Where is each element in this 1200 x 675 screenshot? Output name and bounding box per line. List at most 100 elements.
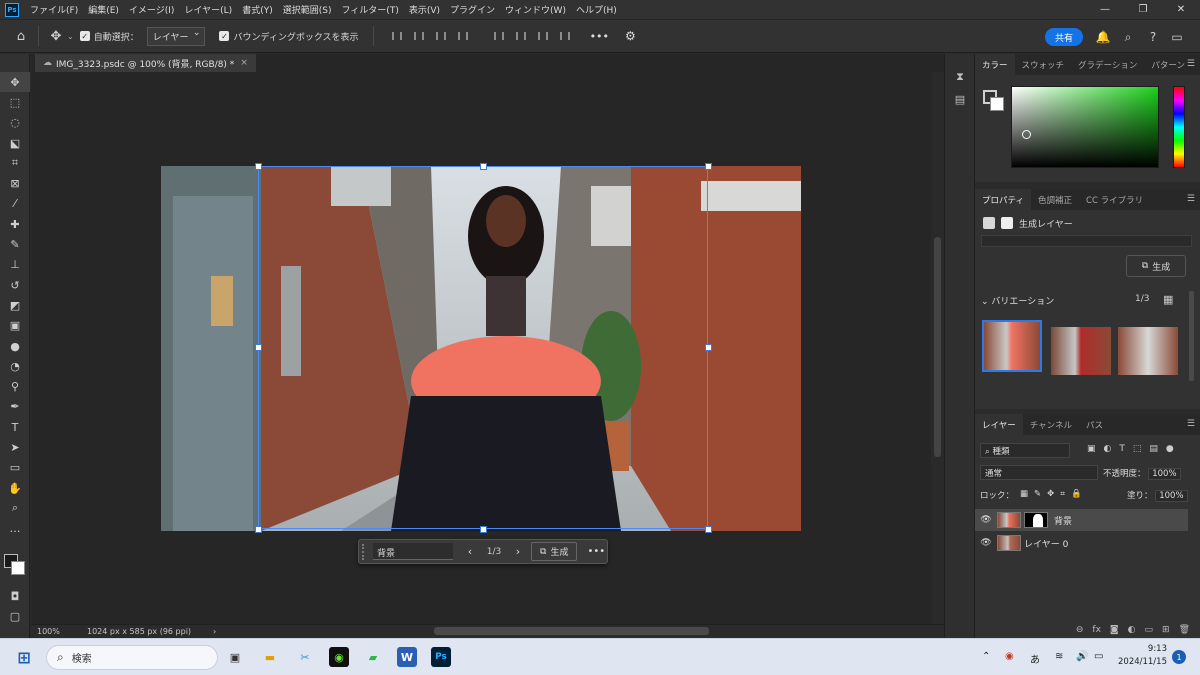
transform-handle[interactable] bbox=[705, 344, 712, 351]
align-bottom-icon[interactable] bbox=[532, 26, 554, 46]
pen-tool-icon[interactable]: ✒ bbox=[0, 397, 30, 417]
prompt-input[interactable]: 背景 bbox=[373, 543, 453, 560]
screen-mode-icon[interactable]: ▢ bbox=[0, 606, 30, 626]
move-tool-icon[interactable]: ✥ bbox=[0, 72, 30, 93]
layer-style-icon[interactable]: fx bbox=[1092, 625, 1101, 635]
color-cursor[interactable] bbox=[1022, 130, 1031, 139]
tray-app-icon[interactable]: ◉ bbox=[1005, 651, 1014, 662]
grid-view-icon[interactable]: ▦ bbox=[1163, 293, 1173, 306]
tool-preset-chevron-icon[interactable]: ⌄ bbox=[67, 32, 74, 41]
type-tool-icon[interactable]: T bbox=[0, 417, 30, 437]
panel-menu-icon[interactable]: ☰ bbox=[1187, 194, 1195, 204]
align-center-icon[interactable] bbox=[408, 26, 430, 46]
auto-select-checkbox[interactable]: ✓ 自動選択： bbox=[79, 30, 139, 43]
tab-patterns[interactable]: パターン bbox=[1144, 54, 1192, 75]
zoom-tool-icon[interactable]: ⌕ bbox=[0, 498, 30, 518]
comments-panel-icon[interactable]: ▤ bbox=[945, 88, 975, 110]
tray-overflow-icon[interactable]: ⌃ bbox=[982, 651, 990, 662]
close-tab-icon[interactable]: × bbox=[240, 58, 248, 68]
transform-handle[interactable] bbox=[255, 163, 262, 170]
previous-variant-icon[interactable]: ‹ bbox=[461, 545, 479, 558]
share-button[interactable]: 共有 bbox=[1045, 28, 1083, 46]
scroll-thumb[interactable] bbox=[934, 237, 941, 457]
panel-menu-icon[interactable]: ☰ bbox=[1187, 59, 1195, 69]
auto-select-dropdown[interactable]: レイヤー bbox=[146, 26, 206, 46]
variation-thumbnail-3[interactable] bbox=[1118, 327, 1178, 375]
distribute-icon[interactable] bbox=[452, 26, 474, 46]
hand-tool-icon[interactable]: ✋ bbox=[0, 478, 30, 498]
filter-adjustment-icon[interactable]: ◐ bbox=[1104, 444, 1112, 454]
background-swatch[interactable] bbox=[990, 97, 1004, 111]
next-variant-icon[interactable]: › bbox=[509, 545, 527, 558]
filter-pixel-icon[interactable]: ▣ bbox=[1087, 444, 1096, 454]
add-mask-icon[interactable]: ◙ bbox=[1110, 625, 1119, 635]
home-icon[interactable]: ⌂ bbox=[10, 25, 32, 47]
generate-button[interactable]: ⧉ 生成 bbox=[531, 542, 578, 561]
visibility-eye-icon[interactable]: 👁 bbox=[975, 515, 997, 525]
menu-filter[interactable]: フィルター(T) bbox=[336, 3, 403, 16]
volume-icon[interactable]: 🔊 bbox=[1076, 651, 1088, 662]
layer-filter-dropdown[interactable]: ⌕ 種類 bbox=[980, 443, 1070, 458]
vertical-scrollbar[interactable] bbox=[931, 72, 944, 624]
history-brush-tool-icon[interactable]: ↺ bbox=[0, 275, 30, 295]
blur-tool-icon[interactable]: ● bbox=[0, 336, 30, 356]
transform-handle[interactable] bbox=[255, 526, 262, 533]
tab-paths[interactable]: パス bbox=[1079, 414, 1110, 435]
close-window-button[interactable]: ✕ bbox=[1162, 0, 1200, 19]
menu-select[interactable]: 選択範囲(S) bbox=[278, 3, 337, 16]
photoshop-taskbar-icon[interactable]: Ps bbox=[431, 647, 451, 667]
tab-swatches[interactable]: スウォッチ bbox=[1015, 54, 1072, 75]
tab-adjustments[interactable]: 色調補正 bbox=[1031, 189, 1079, 210]
restore-button[interactable]: ❐ bbox=[1124, 0, 1162, 19]
line-app-icon[interactable]: ▰ bbox=[363, 647, 383, 667]
transform-handle[interactable] bbox=[480, 526, 487, 533]
filter-smart-object-icon[interactable]: ▤ bbox=[1149, 444, 1158, 454]
notification-badge[interactable]: 1 bbox=[1172, 650, 1186, 664]
filter-shape-icon[interactable]: ⬚ bbox=[1133, 444, 1142, 454]
fill-value[interactable]: 100% bbox=[1155, 490, 1188, 502]
transform-handle[interactable] bbox=[255, 344, 262, 351]
transform-handle[interactable] bbox=[705, 526, 712, 533]
move-tool-icon[interactable]: ✥ bbox=[45, 25, 67, 47]
panel-menu-icon[interactable]: ☰ bbox=[1187, 419, 1195, 429]
frame-tool-icon[interactable]: ⊠ bbox=[0, 173, 30, 193]
lock-image-icon[interactable]: ✎ bbox=[1034, 489, 1041, 501]
status-arrow-icon[interactable]: › bbox=[213, 627, 216, 636]
align-left-icon[interactable] bbox=[386, 26, 408, 46]
object-select-tool-icon[interactable]: ⬕ bbox=[0, 133, 30, 153]
variation-thumbnail-1[interactable] bbox=[982, 320, 1042, 372]
quick-mask-icon[interactable]: ◘ bbox=[0, 586, 30, 606]
blend-mode-dropdown[interactable]: 通常 bbox=[980, 465, 1098, 480]
color-picker-field[interactable] bbox=[1011, 86, 1159, 168]
link-layers-icon[interactable]: ⊖ bbox=[1076, 625, 1084, 635]
variation-thumbnail-2[interactable] bbox=[1051, 327, 1111, 375]
layer-row-layer-0[interactable]: 👁 レイヤー 0 bbox=[975, 532, 1188, 554]
tab-gradients[interactable]: グラデーション bbox=[1071, 54, 1144, 75]
align-middle-icon[interactable] bbox=[510, 26, 532, 46]
filter-toggle-icon[interactable]: ● bbox=[1166, 444, 1174, 454]
lock-transparent-icon[interactable]: ▦ bbox=[1020, 489, 1028, 501]
tab-channels[interactable]: チャンネル bbox=[1023, 414, 1079, 435]
menu-view[interactable]: 表示(V) bbox=[404, 3, 445, 16]
delete-layer-icon[interactable]: 🗑 bbox=[1179, 625, 1190, 635]
gradient-tool-icon[interactable]: ▣ bbox=[0, 316, 30, 336]
ime-indicator[interactable]: あ bbox=[1030, 651, 1040, 666]
word-icon[interactable]: W bbox=[397, 647, 417, 667]
clone-stamp-tool-icon[interactable]: ⊥ bbox=[0, 255, 30, 275]
more-tools-icon[interactable]: … bbox=[0, 519, 30, 539]
bounding-box-checkbox[interactable]: ✓ バウンディングボックスを表示 bbox=[219, 30, 359, 43]
align-top-icon[interactable] bbox=[488, 26, 510, 46]
menu-type[interactable]: 書式(Y) bbox=[237, 3, 278, 16]
brush-tool-icon[interactable]: ✎ bbox=[0, 234, 30, 254]
prompt-field[interactable] bbox=[981, 235, 1192, 247]
menu-image[interactable]: イメージ(I) bbox=[124, 3, 180, 16]
generate-button[interactable]: ⧉ 生成 bbox=[1126, 255, 1186, 277]
windows-start-icon[interactable]: ⊞ bbox=[14, 647, 34, 667]
notification-bell-icon[interactable]: 🔔 bbox=[1094, 28, 1112, 46]
workspace-icon[interactable]: ▭ bbox=[1168, 28, 1186, 46]
visibility-eye-icon[interactable]: 👁 bbox=[975, 538, 997, 548]
help-icon[interactable]: ? bbox=[1144, 28, 1162, 46]
menu-file[interactable]: ファイル(F) bbox=[25, 3, 83, 16]
system-clock[interactable]: 9:13 2024/11/15 bbox=[1117, 643, 1167, 669]
align-right-icon[interactable] bbox=[430, 26, 452, 46]
